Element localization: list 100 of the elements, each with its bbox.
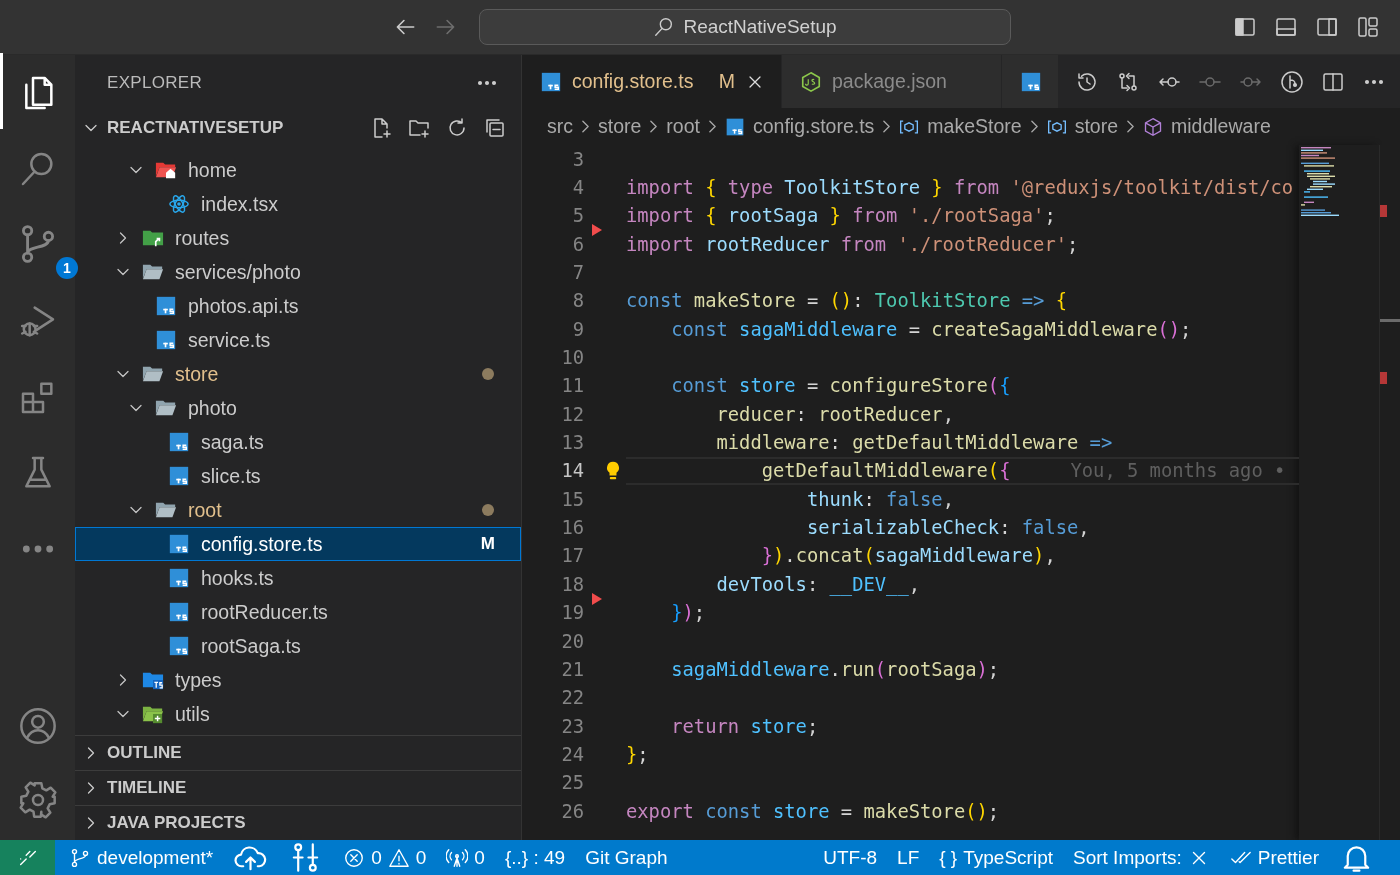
code-line: }).concat(sagaMiddleware), [760, 545, 1056, 567]
account-icon[interactable] [17, 706, 58, 746]
code-line: devTools: __DEV__, [715, 573, 920, 595]
breadcrumb-item[interactable]: root [666, 115, 700, 138]
line-number: 22 [560, 687, 584, 709]
chevron-icon [1127, 120, 1134, 133]
tree-item[interactable]: slice.ts [75, 459, 521, 493]
warning-icon [387, 846, 410, 869]
cube-icon [1143, 116, 1163, 137]
line-number: 20 [560, 630, 584, 652]
line-number: 24 [560, 743, 584, 765]
line-number: 4 [571, 177, 584, 198]
branch-button[interactable]: development* [59, 840, 224, 875]
code-line: thunk: false, [805, 488, 954, 510]
ts-file-icon [168, 465, 190, 487]
status-letter: M [480, 534, 495, 554]
line-number: 26 [560, 800, 584, 822]
sidebar-right-icon[interactable] [1315, 15, 1339, 39]
tree-item[interactable]: rootSaga.ts [75, 629, 521, 663]
code-line: getDefaultMiddleware({ [760, 460, 1011, 482]
deleted-marker[interactable] [592, 224, 602, 237]
status-item[interactable]: Git Graph [575, 840, 678, 875]
code-line: }; [626, 743, 649, 765]
code-line: return store; [670, 715, 819, 737]
tree-item[interactable]: hooks.ts [75, 561, 521, 595]
chevron-icon [1030, 120, 1038, 133]
ts-file-icon [168, 601, 190, 623]
prettier-button[interactable]: Prettier [1219, 840, 1329, 875]
language-button[interactable]: { } TypeScript [929, 840, 1063, 875]
line-number: 23 [560, 715, 584, 737]
ts-file-icon [1020, 70, 1042, 93]
tree-item[interactable]: types [75, 663, 521, 697]
count-badge: 1 [56, 257, 78, 279]
branch-icon [69, 846, 91, 869]
panel-title: EXPLORER [107, 72, 202, 93]
line-number: 3 [571, 148, 584, 170]
code-line: reducer: rootReducer, [715, 403, 954, 425]
tree-item[interactable]: services/photo [75, 255, 521, 289]
tree-item[interactable]: utils [75, 697, 521, 731]
settings-icon[interactable] [17, 780, 58, 820]
breadcrumb-item[interactable]: store [1046, 115, 1118, 138]
line-number: 15 [560, 488, 584, 510]
status-item[interactable]: LF [887, 840, 930, 875]
sort-imports-button[interactable]: Sort Imports: [1063, 840, 1220, 875]
tree-item[interactable]: home [75, 153, 521, 187]
section-header[interactable]: TIMELINE [75, 770, 521, 805]
editor-tab[interactable] [1002, 55, 1059, 108]
modified-dot [482, 504, 494, 516]
section-header[interactable]: REACTNATIVESETUP [75, 110, 521, 145]
source-control-icon[interactable] [19, 225, 56, 263]
deleted-marker[interactable] [592, 592, 602, 605]
panel-layout-icon[interactable] [1274, 15, 1298, 39]
line-number: 11 [560, 375, 584, 397]
ports-button[interactable]: 0 [436, 840, 495, 875]
chevron-icon [582, 120, 589, 133]
modified-dot [482, 368, 494, 380]
chevron-icon [883, 120, 891, 133]
ts-file-icon [155, 329, 177, 351]
tree-item[interactable]: photos.api.ts [75, 289, 521, 323]
tree-item[interactable]: saga.ts [75, 425, 521, 459]
line-number: 7 [571, 262, 584, 284]
line-number: 9 [571, 318, 584, 340]
breadcrumb-item[interactable]: config.store.ts [724, 115, 875, 138]
status-item[interactable]: UTF-8 [813, 840, 888, 875]
editor-tab[interactable]: config.store.ts M [522, 55, 782, 108]
breadcrumb-item[interactable]: src [547, 115, 573, 138]
line-number: 18 [560, 573, 584, 595]
ts-file-icon [168, 431, 190, 453]
tree-item[interactable]: rootReducer.ts [75, 595, 521, 629]
tree-item[interactable]: photo [75, 391, 521, 425]
sidebar-left-icon[interactable] [1233, 15, 1257, 39]
breadcrumb-item[interactable]: makeStore [899, 115, 1022, 138]
tree-item[interactable]: index.tsx [75, 187, 521, 221]
status-item[interactable]: {..} : 49 [494, 840, 576, 875]
editor-tab[interactable]: package.json [782, 55, 1002, 108]
error-icon [343, 846, 366, 869]
line-number: 25 [560, 772, 584, 794]
breadcrumb-item[interactable]: store [598, 115, 642, 138]
layout-icon[interactable] [1356, 15, 1380, 39]
code-line: export const store = makeStore(); [626, 800, 1000, 822]
code-line: middleware: getDefaultMiddleware => [715, 432, 1113, 454]
tree-item[interactable]: root [75, 493, 521, 527]
line-number: 13 [560, 432, 584, 454]
problems-button[interactable]: 0 0 [333, 840, 437, 875]
tree-item[interactable]: config.store.ts M [75, 527, 521, 561]
section-header[interactable]: OUTLINE [75, 735, 521, 770]
git-graph-icon[interactable] [1280, 69, 1304, 94]
hexagon-icon [800, 70, 822, 93]
chevron-icon [650, 120, 658, 133]
tree-item[interactable]: routes [75, 221, 521, 255]
code-line: import { rootSaga } from './rootSaga'; [626, 205, 1056, 227]
command-center[interactable]: ReactNativeSetup [479, 9, 1011, 45]
breadcrumb-item[interactable]: middleware [1143, 115, 1271, 138]
line-number: 17 [560, 545, 584, 567]
code-line: const store = configureStore({ [670, 375, 1011, 397]
tree-item[interactable]: service.ts [75, 323, 521, 357]
code-line: import { type ToolkitStore } from '@reduxjs/toolkit/dist/co [626, 177, 1294, 198]
line-number: 5 [571, 205, 584, 227]
line-number: 10 [560, 347, 584, 369]
tree-item[interactable]: store [75, 357, 521, 391]
